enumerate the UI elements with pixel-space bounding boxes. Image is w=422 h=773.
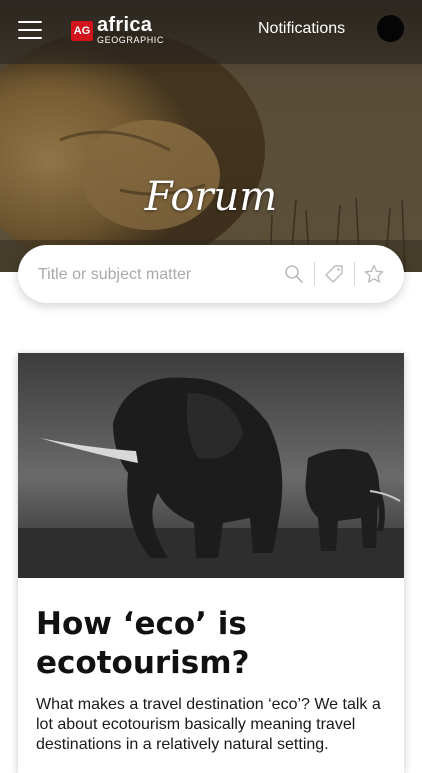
elephants-photo [18,353,404,578]
article-card[interactable]: How ‘eco’ is ecotourism? What makes a tr… [18,353,404,773]
notifications-link[interactable]: Notifications [258,20,345,38]
africa-geographic-logo[interactable]: AG africa GEOGRAPHIC [71,14,165,46]
star-icon[interactable] [364,264,384,284]
logo-badge: AG [71,21,93,41]
search-input[interactable] [36,262,290,288]
article-title[interactable]: How ‘eco’ is ecotourism? [36,605,386,683]
logo-wordmark: africa [97,14,153,36]
menu-icon[interactable] [18,20,42,40]
divider [354,262,355,286]
article-image [18,353,404,578]
tag-icon[interactable] [324,264,344,284]
search-bar [18,245,404,303]
search-icon[interactable] [284,264,304,284]
avatar[interactable] [377,15,404,42]
article-excerpt: What makes a travel destination ‘eco’? W… [36,696,381,753]
logo-subtitle: GEOGRAPHIC [97,35,165,45]
divider [314,262,315,286]
page-title: Forum [144,174,278,220]
top-bar: AG africa GEOGRAPHIC Notifications [0,0,422,64]
